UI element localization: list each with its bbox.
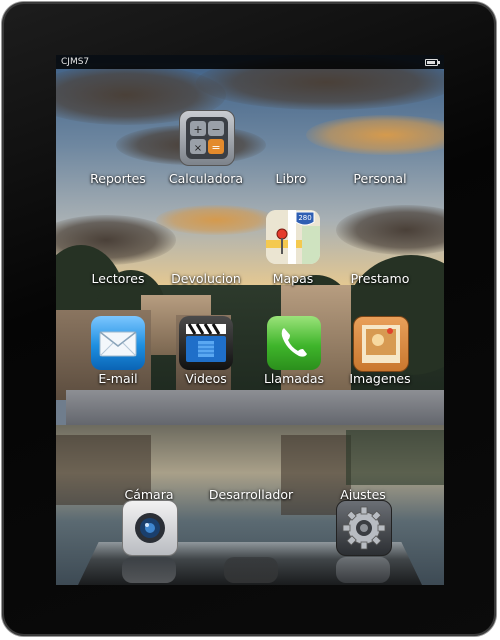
home-screen: CJMS7 Reportes + − × = Calculadora Libro…: [56, 55, 444, 585]
maps-icon: 280: [266, 210, 320, 264]
app-personal[interactable]: Personal: [335, 107, 425, 187]
camera-reflection: [122, 557, 176, 583]
dock-app-camara[interactable]: [104, 497, 194, 557]
app-devolucion[interactable]: Devolucion: [161, 207, 251, 287]
app-email[interactable]: E-mail: [73, 313, 163, 393]
videos-icon: [179, 316, 233, 370]
calculator-icon: + − × =: [179, 110, 235, 166]
svg-text:−: −: [211, 123, 220, 136]
app-label: Lectores: [91, 271, 145, 286]
app-label: Imagenes: [349, 371, 411, 386]
camera-icon: [122, 500, 178, 556]
app-mapas[interactable]: 280 Mapas: [248, 207, 338, 287]
app-videos[interactable]: Videos: [161, 313, 251, 393]
app-lectores[interactable]: Lectores: [73, 207, 163, 287]
status-bar: CJMS7: [56, 55, 444, 69]
app-label: Reportes: [90, 171, 146, 186]
app-label: Devolucion: [171, 271, 241, 286]
app-label: Mapas: [272, 271, 314, 286]
app-label: Libro: [275, 171, 307, 186]
svg-text:=: =: [211, 141, 220, 154]
app-label: Llamadas: [263, 371, 325, 386]
desarrollador-reflection: [224, 557, 278, 583]
app-reportes[interactable]: Reportes: [73, 107, 163, 187]
app-llamadas[interactable]: Llamadas: [249, 313, 339, 393]
app-prestamo[interactable]: Prestamo: [335, 207, 425, 287]
dock: Cámara Desarrollador Ajustes: [56, 487, 444, 585]
app-label: Calculadora: [168, 171, 244, 186]
dock-app-ajustes[interactable]: [318, 497, 408, 557]
mail-icon: [91, 316, 145, 370]
phone-icon: [267, 316, 321, 370]
app-label: Videos: [185, 371, 227, 386]
app-label: Personal: [353, 171, 407, 186]
svg-text:+: +: [193, 123, 202, 136]
app-calculadora[interactable]: + − × = Calculadora: [161, 107, 251, 187]
settings-reflection: [336, 557, 390, 583]
carrier-label: CJMS7: [61, 57, 90, 67]
app-libro[interactable]: Libro: [246, 107, 336, 187]
app-label: Prestamo: [350, 271, 410, 286]
battery-icon: [425, 59, 438, 66]
app-imagenes[interactable]: Imagenes: [335, 313, 425, 393]
photos-icon: [353, 316, 409, 372]
app-label: E-mail: [98, 371, 138, 386]
svg-text:280: 280: [298, 214, 311, 222]
settings-gear-icon: [336, 500, 392, 556]
svg-text:×: ×: [194, 143, 202, 154]
dock-app-desarrollador[interactable]: [206, 497, 296, 557]
